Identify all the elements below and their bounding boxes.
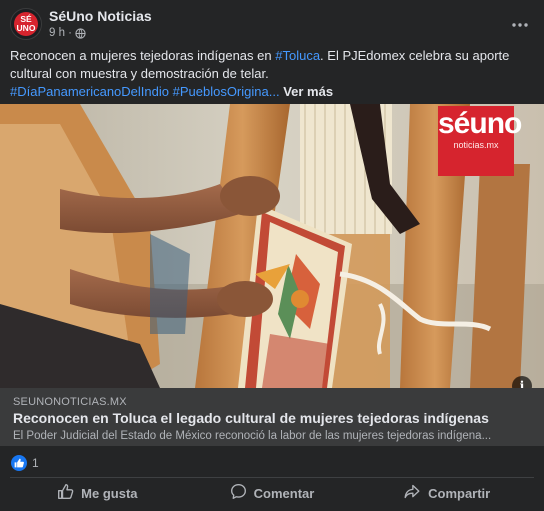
more-dots-icon [512, 14, 528, 32]
like-reaction-icon [11, 455, 27, 471]
logo-domain: noticias.mx [453, 140, 499, 150]
like-label: Me gusta [81, 485, 138, 501]
post-text-main: Reconocen a mujeres tejedoras indígenas … [10, 48, 276, 63]
seuno-logo: séuno noticias.mx [438, 106, 522, 176]
link-title[interactable]: Reconocen en Toluca el legado cultural d… [13, 410, 489, 426]
link-description: El Poder Judicial del Estado de México r… [13, 430, 492, 442]
post-meta: 9 h · [49, 27, 86, 39]
link-preview[interactable]: SEUNONOTICIAS.MX Reconocen en Toluca el … [0, 388, 544, 446]
link-domain: SEUNONOTICIAS.MX [13, 396, 127, 408]
thumbs-up-icon [57, 483, 74, 503]
hashtag-pueblos-originarios[interactable]: #PueblosOrigina... [173, 84, 280, 99]
post-text: Reconocen a mujeres tejedoras indígenas … [10, 47, 534, 101]
logo-text: séuno [438, 107, 522, 140]
like-button[interactable]: Me gusta [10, 478, 185, 508]
post-image[interactable]: séuno noticias.mx i [0, 104, 544, 388]
facebook-post: SÉ UNO SéUno Noticias 9 h · Reconocen a … [0, 0, 544, 511]
share-button[interactable]: Compartir [359, 478, 534, 508]
comment-label: Comentar [253, 485, 315, 501]
more-options-button[interactable] [506, 9, 534, 37]
share-icon [403, 483, 421, 503]
avatar[interactable]: SÉ UNO [10, 8, 42, 40]
share-label: Compartir [428, 485, 491, 501]
globe-icon [75, 27, 86, 39]
action-bar: Me gusta Comentar Compartir [10, 478, 534, 508]
page-name[interactable]: SéUno Noticias [49, 8, 152, 24]
comment-icon [230, 483, 247, 503]
comment-button[interactable]: Comentar [185, 478, 360, 508]
hashtag-toluca[interactable]: #Toluca [275, 48, 320, 63]
reactions-summary[interactable]: 1 [11, 454, 39, 472]
post-header: SÉ UNO SéUno Noticias 9 h · [0, 0, 544, 44]
post-time[interactable]: 9 h · [49, 27, 72, 39]
avatar-logo: SÉ UNO [14, 12, 38, 36]
see-more-link[interactable]: Ver más [283, 84, 333, 99]
hashtag-dia-panamericano[interactable]: #DíaPanamericanoDelIndio [10, 84, 169, 99]
reaction-count: 1 [32, 456, 39, 470]
